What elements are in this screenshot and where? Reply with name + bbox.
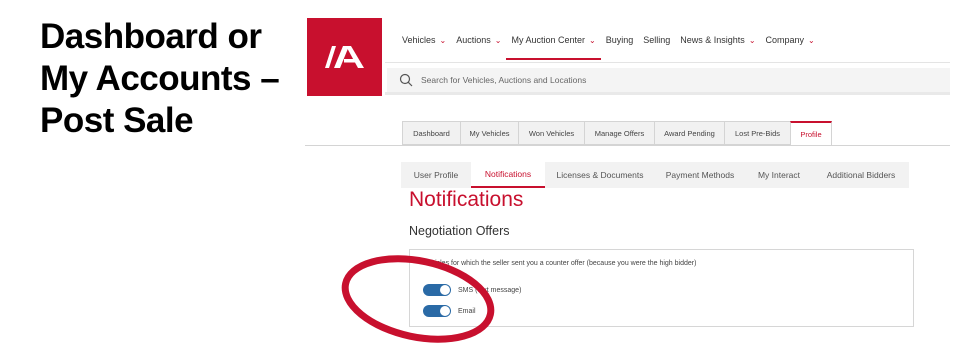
- nav-vehicles[interactable]: Vehicles ⌄: [397, 30, 451, 60]
- nav-auctions[interactable]: Auctions ⌄: [451, 30, 506, 60]
- subtab-my-interact[interactable]: My Interact: [745, 162, 813, 188]
- nav-my-auction-center-label: My Auction Center: [511, 35, 586, 45]
- search-bar[interactable]: [387, 68, 950, 92]
- toggle-knob: [440, 285, 450, 295]
- card-description: Vehicles for which the seller sent you a…: [423, 260, 697, 267]
- screenshot-panel: Vehicles ⌄ Auctions ⌄ My Auction Center …: [305, 18, 950, 338]
- nav-news-insights[interactable]: News & Insights ⌄: [675, 30, 760, 60]
- account-tabs: Dashboard My Vehicles Won Vehicles Manag…: [402, 121, 832, 146]
- tab-my-vehicles[interactable]: My Vehicles: [460, 121, 518, 145]
- tabs-divider: [305, 145, 950, 146]
- nav-company[interactable]: Company ⌄: [761, 30, 820, 60]
- chevron-down-icon: ⌄: [589, 35, 596, 45]
- email-toggle-label: Email: [458, 307, 476, 315]
- tab-lost-pre-bids[interactable]: Lost Pre-Bids: [724, 121, 790, 145]
- chevron-down-icon: ⌄: [808, 35, 815, 45]
- slide-title-line-2: My Accounts –: [40, 59, 280, 98]
- chevron-down-icon: ⌄: [494, 35, 502, 45]
- page-title: Notifications: [409, 188, 524, 211]
- top-nav: Vehicles ⌄ Auctions ⌄ My Auction Center …: [397, 30, 820, 60]
- sms-toggle-row: SMS (text message): [423, 284, 521, 296]
- subtab-user-profile[interactable]: User Profile: [401, 162, 471, 188]
- tab-profile[interactable]: Profile: [790, 121, 832, 146]
- tab-award-pending[interactable]: Award Pending: [654, 121, 724, 145]
- subtab-additional-bidders[interactable]: Additional Bidders: [813, 162, 909, 188]
- slide-title-line-3: Post Sale: [40, 101, 194, 140]
- toggle-knob: [440, 306, 450, 316]
- profile-subtabs: User Profile Notifications Licenses & Do…: [401, 162, 909, 188]
- email-toggle-row: Email: [423, 305, 476, 317]
- search-bar-shadow: [385, 92, 950, 95]
- subtab-payment-methods[interactable]: Payment Methods: [655, 162, 745, 188]
- slide-title-line-1: Dashboard or: [40, 17, 262, 56]
- nav-divider: [385, 62, 950, 63]
- nav-auctions-label: Auctions: [456, 35, 491, 45]
- nav-vehicles-label: Vehicles: [402, 35, 436, 45]
- tab-won-vehicles[interactable]: Won Vehicles: [518, 121, 584, 145]
- search-icon[interactable]: [399, 73, 413, 87]
- negotiation-offers-card: Vehicles for which the seller sent you a…: [409, 249, 914, 327]
- nav-my-auction-center[interactable]: My Auction Center ⌄: [506, 30, 601, 60]
- subtab-notifications[interactable]: Notifications: [471, 162, 545, 188]
- nav-selling-label: Selling: [643, 35, 671, 45]
- sms-toggle[interactable]: [423, 284, 451, 296]
- subtab-licenses-documents[interactable]: Licenses & Documents: [545, 162, 655, 188]
- email-toggle[interactable]: [423, 305, 451, 317]
- iaa-logo-mark: [324, 46, 364, 68]
- iaa-logo[interactable]: [307, 18, 382, 96]
- nav-buying-label: Buying: [605, 35, 634, 45]
- section-title: Negotiation Offers: [409, 224, 510, 238]
- search-input[interactable]: [421, 75, 821, 85]
- chevron-down-icon: ⌄: [439, 35, 447, 45]
- nav-selling[interactable]: Selling: [638, 30, 675, 60]
- chevron-down-icon: ⌄: [748, 35, 756, 45]
- tab-manage-offers[interactable]: Manage Offers: [584, 121, 654, 145]
- sms-toggle-label: SMS (text message): [458, 286, 522, 294]
- nav-company-label: Company: [765, 35, 805, 45]
- slide-title: Dashboard or My Accounts – Post Sale: [40, 16, 290, 142]
- nav-news-insights-label: News & Insights: [680, 35, 745, 45]
- tab-dashboard[interactable]: Dashboard: [402, 121, 460, 145]
- nav-buying[interactable]: Buying: [601, 30, 639, 60]
